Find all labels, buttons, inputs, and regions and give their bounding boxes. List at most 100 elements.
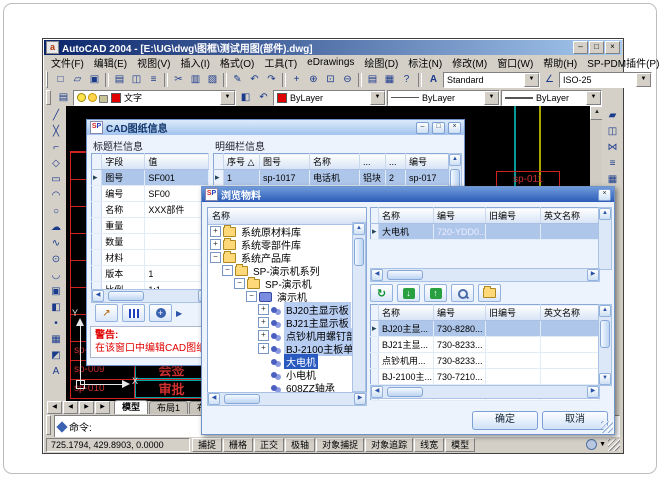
color-combo[interactable]: ByLayer ▼ [273, 90, 386, 106]
chevron-down-icon[interactable]: ▼ [524, 73, 539, 87]
menu-item[interactable]: 标注(N) [403, 54, 447, 71]
text-style-button[interactable]: A [425, 72, 442, 87]
table-row[interactable]: 编号SF00 [92, 186, 209, 202]
search-button[interactable] [451, 284, 474, 302]
linetype-combo[interactable]: ByLayer ▼ [387, 90, 500, 106]
scroll-up-icon[interactable]: ▲ [599, 305, 611, 317]
make-block-button[interactable]: ◧ [47, 300, 65, 316]
open-folder-button[interactable] [478, 284, 501, 302]
chevron-down-icon[interactable]: ▼ [484, 91, 499, 105]
table-row[interactable]: ▸图号SF001 [92, 170, 209, 186]
tab-model[interactable]: 模型 [114, 400, 148, 414]
column-header[interactable]: 字段 [102, 154, 145, 170]
scroll-thumb[interactable] [387, 270, 423, 280]
fields-hscrollbar[interactable]: ◀ ▶ [91, 289, 211, 303]
scroll-left-icon[interactable]: ◀ [92, 290, 104, 302]
column-header[interactable]: 英文名称 [541, 305, 599, 321]
circle-button[interactable]: ○ [47, 204, 65, 220]
line-button[interactable]: ╱ [47, 108, 65, 124]
scroll-thumb[interactable] [108, 291, 144, 301]
column-header[interactable]: 名称 [310, 154, 360, 170]
status-toggle[interactable]: 对象追踪 [365, 438, 413, 452]
menu-item[interactable]: 帮助(H) [538, 54, 582, 71]
collapse-icon[interactable]: − [222, 265, 233, 276]
cancel-button[interactable]: 取消 [542, 411, 608, 430]
scroll-thumb[interactable] [600, 320, 610, 348]
save-button[interactable]: ▣ [86, 72, 103, 87]
layers-dialog-button[interactable]: ▤ [55, 90, 72, 105]
table-row[interactable]: 版本1 [92, 266, 209, 282]
tab-layout1[interactable]: 布局1 [149, 401, 188, 414]
table-row[interactable]: 名称XXX部件 [92, 202, 209, 218]
menu-item[interactable]: 修改(M) [447, 54, 492, 71]
dialog-close-button[interactable]: × [448, 122, 461, 134]
menu-item[interactable]: 窗口(W) [492, 54, 538, 71]
toolbar-more-icon[interactable]: ▶ [176, 309, 182, 318]
region-button[interactable]: ◩ [47, 348, 65, 364]
top-table-vscrollbar[interactable]: ▲ [598, 207, 612, 270]
scroll-thumb[interactable] [224, 394, 260, 404]
menu-item[interactable]: eDrawings [302, 56, 359, 69]
publish-button[interactable]: ≡ [145, 72, 162, 87]
layer-combo[interactable]: 文字 ▼ [73, 90, 236, 106]
menu-item[interactable]: 绘图(D) [359, 54, 403, 71]
plot-button[interactable]: ▤ [111, 72, 128, 87]
status-toggle[interactable]: 捕捉 [192, 438, 222, 452]
column-header[interactable]: 名称 [379, 305, 434, 321]
redo-button[interactable]: ↷ [263, 72, 280, 87]
menu-item[interactable]: 编辑(E) [89, 54, 132, 71]
construction-line-button[interactable]: ╳ [47, 124, 65, 140]
zoom-window-button[interactable]: ⊡ [322, 72, 339, 87]
new-button[interactable]: □ [52, 72, 69, 87]
cut-button[interactable]: ✂ [170, 72, 187, 87]
scroll-right-icon[interactable]: ▶ [587, 269, 599, 281]
chevron-down-icon[interactable]: ▼ [636, 73, 651, 87]
column-header[interactable]: ... [386, 154, 406, 170]
maximize-button[interactable]: □ [589, 41, 604, 54]
lineweight-combo[interactable]: ByLayer ▼ [501, 90, 602, 106]
dim-style-combo[interactable]: ISO-25 ▼ [559, 72, 652, 88]
collapse-icon[interactable]: − [210, 252, 221, 263]
move-up-button[interactable]: ↑ [424, 284, 447, 302]
top-table-hscrollbar[interactable]: ◀ ▶ [370, 268, 600, 282]
zoom-realtime-button[interactable]: ⊕ [305, 72, 322, 87]
column-header[interactable]: 英文名称 [541, 208, 599, 224]
tab-first-button[interactable]: ◀ [47, 401, 62, 414]
barcode-button[interactable] [122, 304, 145, 322]
open-button[interactable]: ▱ [69, 72, 86, 87]
add-settings-button[interactable]: + [149, 304, 172, 322]
table-row[interactable]: ▸1sp-1017电话机铝块2sp-017 [214, 170, 449, 186]
table-row[interactable]: ▸BJ20主显...730-8280... [371, 321, 599, 337]
column-header[interactable]: 编号 [434, 208, 486, 224]
mirror-button[interactable]: ⋈ [604, 140, 622, 156]
column-header[interactable]: 编号 [434, 305, 486, 321]
refresh-button[interactable]: ↻ [370, 284, 393, 302]
status-toggle[interactable]: 栅格 [223, 438, 253, 452]
tree-hscrollbar[interactable]: ◀ ▶ [207, 392, 367, 406]
designcenter-button[interactable]: ▦ [381, 72, 398, 87]
plot-preview-button[interactable]: ◫ [128, 72, 145, 87]
properties-button[interactable]: ▤ [364, 72, 381, 87]
menu-item[interactable]: 工具(T) [259, 54, 302, 71]
ellipse-arc-button[interactable]: ◡ [47, 268, 65, 284]
undo-button[interactable]: ↶ [246, 72, 263, 87]
point-button[interactable]: • [47, 316, 65, 332]
text-button[interactable]: A [47, 364, 65, 380]
resize-grip[interactable] [608, 439, 620, 451]
scroll-up-icon[interactable]: ▲ [353, 223, 365, 235]
expand-icon[interactable]: + [210, 226, 221, 237]
menu-item[interactable]: 格式(O) [215, 54, 259, 71]
match-properties-button[interactable]: ✎ [229, 72, 246, 87]
scroll-down-icon[interactable]: ▼ [599, 373, 611, 385]
paste-button[interactable]: ▧ [204, 72, 221, 87]
arc-button[interactable]: ◠ [47, 188, 65, 204]
close-button[interactable]: × [605, 41, 620, 54]
export-button[interactable]: ↗ [95, 304, 118, 322]
chevron-down-icon[interactable]: ▼ [586, 91, 601, 105]
make-object-layer-button[interactable]: ◧ [237, 90, 254, 105]
ellipse-button[interactable]: ⊙ [47, 252, 65, 268]
dialog-resize-grip[interactable] [601, 421, 613, 433]
scroll-right-icon[interactable]: ▶ [354, 393, 366, 405]
zoom-previous-button[interactable]: ⊖ [339, 72, 356, 87]
minimize-button[interactable]: – [573, 41, 588, 54]
